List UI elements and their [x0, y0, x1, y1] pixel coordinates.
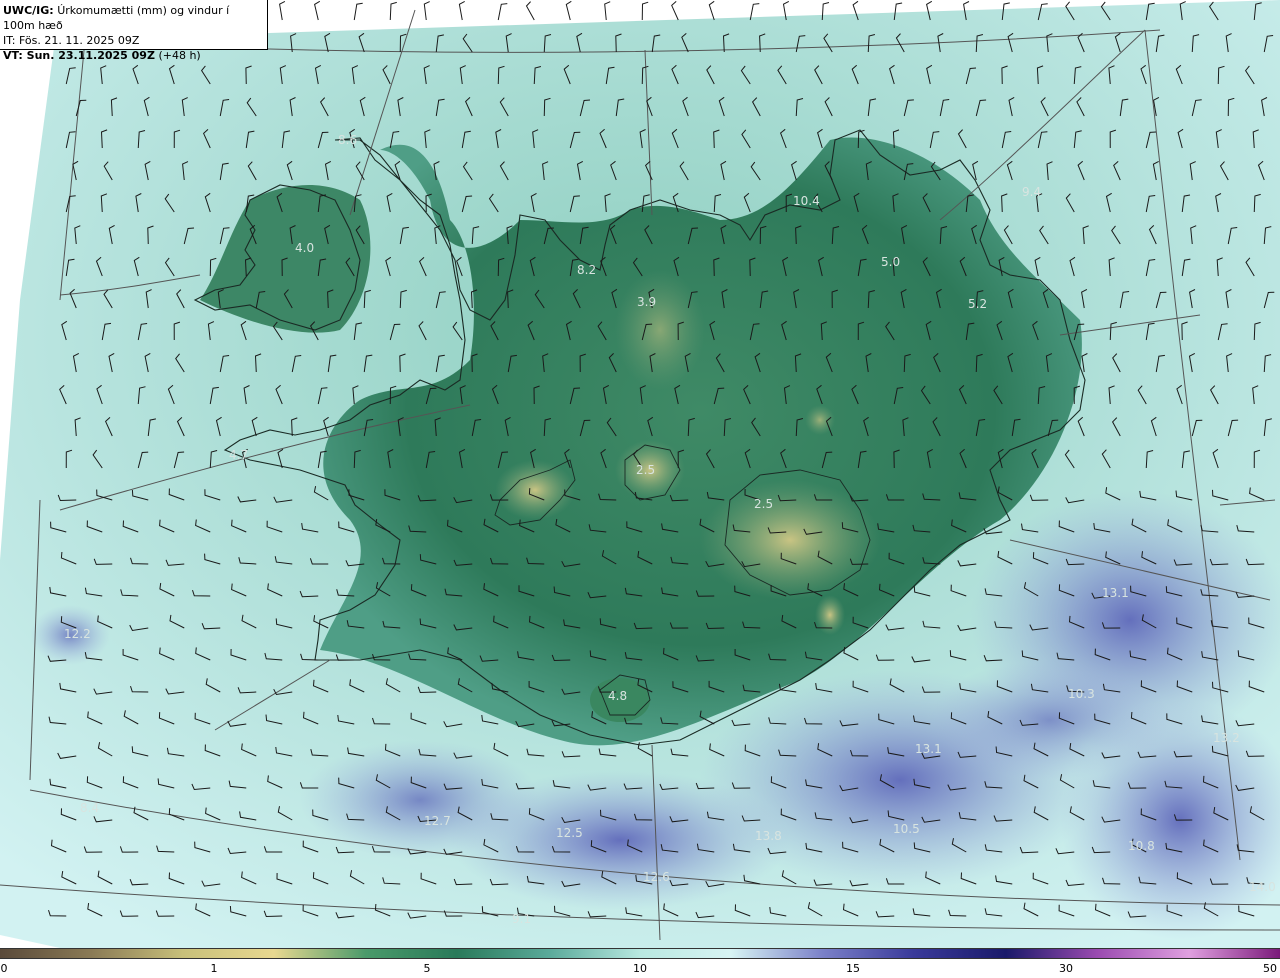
value-label: 12.2 — [64, 627, 91, 641]
value-label: 5.0 — [881, 255, 900, 269]
value-label: 8.6 — [338, 133, 357, 147]
value-label: 10.5 — [893, 822, 920, 836]
value-label: 13.1 — [1102, 586, 1129, 600]
colorbar-tick: 30 — [1059, 962, 1073, 975]
value-label: 13.8 — [755, 829, 782, 843]
valid-time: VT: Sun. 23.11.2025 09Z — [3, 49, 155, 62]
value-label: 5.2 — [968, 297, 987, 311]
value-label: 14.0 — [1249, 880, 1276, 894]
value-label: 9.4 — [1022, 185, 1041, 199]
value-label: 3.9 — [637, 295, 656, 309]
title-line-1: UWC/IG: Úrkomumætti (mm) og vindur í 100… — [3, 3, 264, 33]
value-label: 10.3 — [1068, 687, 1095, 701]
title-line-3: VT: Sun. 23.11.2025 09Z (+48 h) — [3, 48, 264, 63]
value-label: 13.2 — [1213, 731, 1240, 745]
title-line-2: IT: Fös. 21. 11. 2025 09Z — [3, 34, 140, 47]
value-label: 12.5 — [556, 826, 583, 840]
weather-map: 8.6 4.0 8.2 3.9 5.0 9.4 5.2 4.7 2.5 2.5 … — [0, 0, 1280, 948]
colorbar-tick: 50 — [1263, 962, 1277, 975]
value-label: 10.4 — [793, 194, 820, 208]
colorbar-tick: 15 — [846, 962, 860, 975]
value-label: 2.5 — [754, 497, 773, 511]
value-label: 4.0 — [295, 241, 314, 255]
value-label: 2.5 — [636, 463, 655, 477]
value-label: 9.1 — [512, 912, 531, 926]
colorbar-tick: 10 — [633, 962, 647, 975]
colorbar-tick: 1 — [210, 962, 218, 975]
value-label: 4.7 — [229, 448, 248, 462]
value-label: 10.8 — [1128, 839, 1155, 853]
value-label: 8.2 — [577, 263, 596, 277]
colorbar-tick: 0 — [0, 962, 8, 975]
value-label: 4.8 — [608, 689, 627, 703]
map-title-box: UWC/IG: Úrkomumætti (mm) og vindur í 100… — [0, 0, 268, 62]
value-label: 12.7 — [424, 814, 451, 828]
value-label: 8.4 — [80, 801, 99, 815]
forecast-offset: (+48 h) — [158, 49, 201, 62]
colorbar — [0, 948, 1280, 959]
colorbar-tick: 5 — [423, 962, 431, 975]
model-code: UWC/IG: — [3, 4, 54, 17]
value-label: 12.6 — [643, 870, 670, 884]
value-label: 13.1 — [915, 742, 942, 756]
